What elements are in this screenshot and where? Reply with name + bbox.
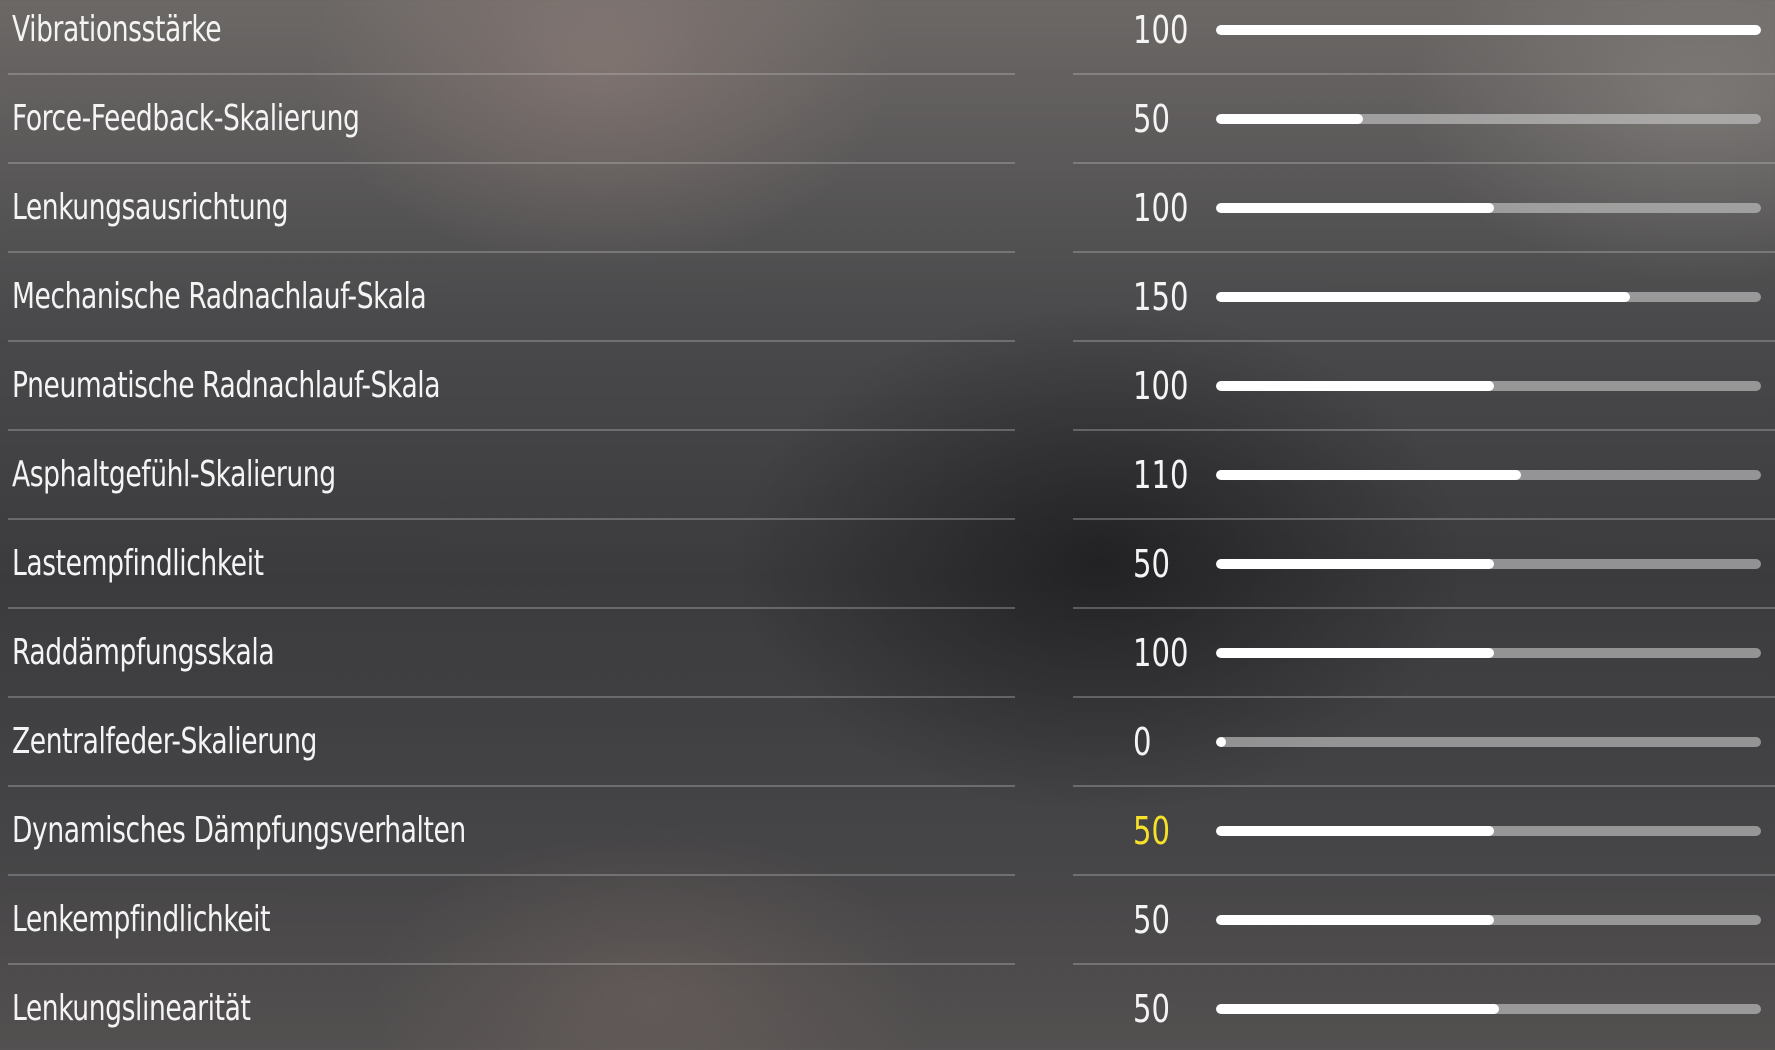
setting-label: Vibrationsstärke [12, 9, 222, 50]
setting-label: Lenkempfindlichkeit [12, 899, 271, 940]
row-divider [8, 251, 1015, 253]
row-divider [8, 607, 1015, 609]
setting-slider[interactable] [1216, 203, 1761, 213]
row-divider [8, 429, 1015, 431]
setting-row[interactable]: Dynamisches Dämpfungsverhalten 50 [0, 801, 1775, 890]
row-divider [1073, 518, 1775, 520]
setting-slider[interactable] [1216, 114, 1761, 124]
setting-value: 50 [1133, 898, 1170, 942]
setting-row[interactable]: Asphaltgefühl-Skalierung 110 [0, 445, 1775, 534]
setting-slider-fill [1216, 648, 1494, 658]
setting-value: 50 [1133, 809, 1170, 853]
setting-value: 50 [1133, 97, 1170, 141]
setting-slider-fill [1216, 826, 1494, 836]
setting-slider-fill [1216, 114, 1364, 124]
setting-slider-fill [1216, 1004, 1500, 1014]
setting-value: 100 [1133, 631, 1189, 675]
setting-label: Dynamisches Dämpfungsverhalten [12, 810, 466, 851]
setting-row[interactable]: Lenkungslinearität 50 [0, 979, 1775, 1050]
row-divider [1073, 696, 1775, 698]
setting-value: 100 [1133, 364, 1189, 408]
row-divider [8, 340, 1015, 342]
setting-row[interactable]: Pneumatische Radnachlauf-Skala 100 [0, 356, 1775, 445]
setting-slider-fill [1216, 381, 1494, 391]
setting-slider-fill [1216, 25, 1761, 35]
setting-label: Asphaltgefühl-Skalierung [12, 454, 336, 495]
setting-slider[interactable] [1216, 737, 1761, 747]
setting-label: Pneumatische Radnachlauf-Skala [12, 365, 441, 406]
setting-value: 50 [1133, 987, 1170, 1031]
setting-row[interactable]: Vibrationsstärke 100 [0, 0, 1775, 89]
setting-label: Lenkungsausrichtung [12, 187, 289, 228]
setting-row[interactable]: Mechanische Radnachlauf-Skala 150 [0, 267, 1775, 356]
setting-row[interactable]: Zentralfeder-Skalierung 0 [0, 712, 1775, 801]
setting-slider[interactable] [1216, 470, 1761, 480]
setting-slider-fill [1216, 559, 1494, 569]
row-divider [1073, 963, 1775, 965]
setting-label: Lenkungslinearität [12, 988, 251, 1029]
setting-row[interactable]: Force-Feedback-Skalierung 50 [0, 89, 1775, 178]
setting-slider[interactable] [1216, 381, 1761, 391]
setting-value: 150 [1133, 275, 1189, 319]
row-divider [1073, 340, 1775, 342]
setting-slider-fill [1216, 915, 1494, 925]
setting-label: Zentralfeder-Skalierung [12, 721, 317, 762]
row-divider [1073, 607, 1775, 609]
row-divider [8, 696, 1015, 698]
row-divider [1073, 429, 1775, 431]
setting-label: Mechanische Radnachlauf-Skala [12, 276, 427, 317]
row-divider [1073, 785, 1775, 787]
setting-row[interactable]: Lenkempfindlichkeit 50 [0, 890, 1775, 979]
setting-value: 110 [1133, 453, 1189, 497]
row-divider [1073, 73, 1775, 75]
setting-slider[interactable] [1216, 1004, 1761, 1014]
row-divider [1073, 162, 1775, 164]
setting-slider-fill [1216, 737, 1226, 747]
setting-slider-fill [1216, 203, 1494, 213]
settings-list: Vibrationsstärke 100 Force-Feedback-Skalie… [0, 0, 1775, 1050]
setting-row[interactable]: Lastempfindlichkeit 50 [0, 534, 1775, 623]
setting-slider[interactable] [1216, 826, 1761, 836]
row-divider [1073, 874, 1775, 876]
row-divider [8, 874, 1015, 876]
setting-value: 100 [1133, 8, 1189, 52]
setting-slider-fill [1216, 470, 1522, 480]
setting-label: Force-Feedback-Skalierung [12, 98, 360, 139]
setting-slider[interactable] [1216, 559, 1761, 569]
setting-row[interactable]: Lenkungsausrichtung 100 [0, 178, 1775, 267]
setting-row[interactable]: Raddämpfungsskala 100 [0, 623, 1775, 712]
row-divider [8, 963, 1015, 965]
setting-slider[interactable] [1216, 292, 1761, 302]
setting-value: 50 [1133, 542, 1170, 586]
setting-slider-fill [1216, 292, 1631, 302]
row-divider [8, 518, 1015, 520]
setting-value: 100 [1133, 186, 1189, 230]
setting-label: Raddämpfungsskala [12, 632, 275, 673]
row-divider [1073, 251, 1775, 253]
setting-value: 0 [1133, 720, 1152, 764]
row-divider [8, 73, 1015, 75]
setting-label: Lastempfindlichkeit [12, 543, 264, 584]
setting-slider[interactable] [1216, 25, 1761, 35]
setting-slider[interactable] [1216, 915, 1761, 925]
row-divider [8, 785, 1015, 787]
setting-slider[interactable] [1216, 648, 1761, 658]
row-divider [8, 162, 1015, 164]
